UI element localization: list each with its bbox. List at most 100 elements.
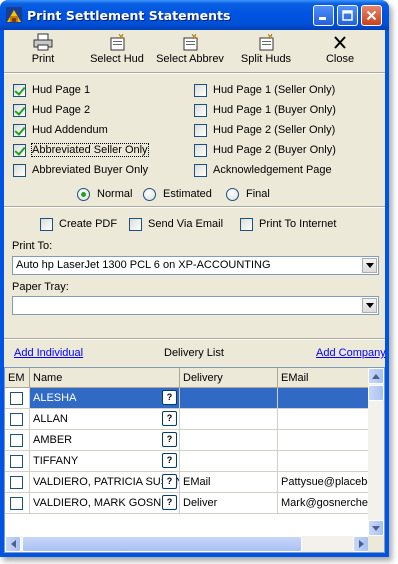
printer-select[interactable]: Auto hp LaserJet 1300 PCL 6 on XP-ACCOUN… bbox=[12, 256, 379, 275]
em-checkbox[interactable] bbox=[10, 413, 23, 426]
email-cell[interactable]: Mark@gosnercheer bbox=[278, 493, 369, 513]
delivery-cell[interactable]: EMail bbox=[180, 472, 278, 492]
abbreviated-buyer-only-checkbox[interactable]: Abbreviated Buyer Only bbox=[13, 162, 148, 178]
em-checkbox[interactable] bbox=[10, 476, 23, 489]
radio-dot bbox=[143, 187, 156, 201]
hud-page-2-buyer-only-checkbox[interactable]: Hud Page 2 (Buyer Only) bbox=[194, 142, 336, 158]
email-cell[interactable] bbox=[278, 409, 369, 429]
create-pdf-checkbox[interactable]: Create PDF bbox=[40, 216, 117, 232]
email-cell[interactable] bbox=[278, 451, 369, 471]
help-question-button[interactable]: ? bbox=[162, 390, 177, 405]
help-question-button[interactable]: ? bbox=[162, 474, 177, 489]
name-text: ALLAN bbox=[33, 413, 68, 425]
help-question-button[interactable]: ? bbox=[162, 495, 177, 510]
table-row[interactable]: VALDIERO, PATRICIA SUSAN? EMail Pattysue… bbox=[5, 472, 369, 493]
delivery-cell[interactable]: Deliver bbox=[180, 493, 278, 513]
toolbar-divider bbox=[4, 72, 385, 74]
title-bar[interactable]: Print Settlement Statements bbox=[0, 0, 389, 30]
checkbox-box bbox=[13, 143, 26, 157]
em-checkbox[interactable] bbox=[10, 434, 23, 447]
checkbox-label: Hud Page 2 (Seller Only) bbox=[213, 124, 336, 136]
mode-estimated-radio[interactable]: Estimated bbox=[143, 186, 212, 202]
help-question-button[interactable]: ? bbox=[162, 411, 177, 426]
vertical-scroll-thumb[interactable] bbox=[368, 385, 384, 401]
grid-header: EM Name Delivery EMail bbox=[5, 368, 369, 388]
mode-normal-radio[interactable]: Normal bbox=[77, 186, 132, 202]
table-row[interactable]: TIFFANY? bbox=[5, 451, 369, 472]
checkbox-box bbox=[13, 83, 26, 97]
checkbox-box bbox=[194, 163, 207, 177]
scroll-down-button[interactable] bbox=[368, 520, 384, 536]
em-checkbox[interactable] bbox=[10, 497, 23, 510]
column-header-name[interactable]: Name bbox=[30, 368, 180, 388]
split-huds-label: Split Huds bbox=[240, 53, 292, 65]
hud-page-1-seller-only-checkbox[interactable]: Hud Page 1 (Seller Only) bbox=[194, 82, 335, 98]
abbreviated-seller-only-checkbox[interactable]: Abbreviated Seller Only bbox=[13, 142, 149, 158]
em-cell bbox=[5, 493, 30, 513]
hud-addendum-checkbox[interactable]: Hud Addendum bbox=[13, 122, 108, 138]
name-cell[interactable]: ALESHA? bbox=[30, 388, 180, 408]
scroll-right-button[interactable] bbox=[353, 536, 369, 552]
delivery-cell[interactable] bbox=[180, 451, 278, 471]
maximize-button[interactable] bbox=[337, 5, 358, 26]
table-row[interactable]: AMBER? bbox=[5, 430, 369, 451]
hud-page-1-checkbox[interactable]: Hud Page 1 bbox=[13, 82, 90, 98]
print-to-internet-checkbox[interactable]: Print To Internet bbox=[240, 216, 336, 232]
help-question-button[interactable]: ? bbox=[162, 453, 177, 468]
table-row[interactable]: ALLAN? bbox=[5, 409, 369, 430]
select-hud-button[interactable]: Select Hud bbox=[86, 33, 148, 69]
email-cell[interactable] bbox=[278, 388, 369, 408]
horizontal-scrollbar[interactable] bbox=[5, 536, 369, 552]
column-header-email[interactable]: EMail bbox=[278, 368, 369, 388]
print-to-label: Print To: bbox=[12, 240, 53, 252]
checkbox-label: Abbreviated Seller Only bbox=[31, 143, 149, 157]
name-cell[interactable]: VALDIERO, PATRICIA SUSAN? bbox=[30, 472, 180, 492]
chevron-up-icon bbox=[372, 373, 380, 379]
delivery-cell[interactable] bbox=[180, 409, 278, 429]
table-row[interactable]: VALDIERO, MARK GOSNER? Deliver Mark@gosn… bbox=[5, 493, 369, 514]
hud-page-2-checkbox[interactable]: Hud Page 2 bbox=[13, 102, 90, 118]
split-huds-button[interactable]: Split Huds bbox=[238, 33, 294, 69]
close-window-button[interactable] bbox=[361, 5, 382, 26]
scroll-left-button[interactable] bbox=[5, 536, 21, 552]
delivery-list-title: Delivery List bbox=[164, 347, 224, 359]
delivery-cell[interactable] bbox=[180, 388, 278, 408]
acknowledgement-page-checkbox[interactable]: Acknowledgement Page bbox=[194, 162, 332, 178]
name-cell[interactable]: VALDIERO, MARK GOSNER? bbox=[30, 493, 180, 513]
paper-tray-select[interactable] bbox=[12, 296, 379, 315]
scroll-up-button[interactable] bbox=[368, 368, 384, 384]
help-question-button[interactable]: ? bbox=[162, 432, 177, 447]
dropdown-arrow-button[interactable] bbox=[362, 258, 377, 273]
hud-page-2-seller-only-checkbox[interactable]: Hud Page 2 (Seller Only) bbox=[194, 122, 335, 138]
checkbox-label: Hud Page 1 (Seller Only) bbox=[213, 84, 336, 96]
vertical-scrollbar[interactable] bbox=[368, 368, 384, 536]
hud-page-1-buyer-only-checkbox[interactable]: Hud Page 1 (Buyer Only) bbox=[194, 102, 336, 118]
email-cell[interactable] bbox=[278, 430, 369, 450]
close-x-icon bbox=[334, 36, 346, 49]
horizontal-scroll-thumb[interactable] bbox=[22, 536, 302, 552]
em-checkbox[interactable] bbox=[10, 455, 23, 468]
add-individual-link[interactable]: Add Individual bbox=[14, 347, 83, 359]
delivery-cell[interactable] bbox=[180, 430, 278, 450]
select-abbrev-button[interactable]: Select Abbrev bbox=[154, 33, 226, 69]
minimize-button[interactable] bbox=[313, 5, 334, 26]
name-cell[interactable]: TIFFANY? bbox=[30, 451, 180, 471]
email-cell[interactable]: Pattysue@placebo bbox=[278, 472, 369, 492]
window-title: Print Settlement Statements bbox=[27, 8, 231, 23]
close-button[interactable]: Close bbox=[324, 33, 356, 69]
column-header-delivery[interactable]: Delivery bbox=[180, 368, 278, 388]
checkbox-box bbox=[240, 217, 253, 231]
dropdown-arrow-button[interactable] bbox=[362, 298, 377, 313]
em-checkbox[interactable] bbox=[10, 392, 23, 405]
name-cell[interactable]: ALLAN? bbox=[30, 409, 180, 429]
send-via-email-checkbox[interactable]: Send Via Email bbox=[129, 216, 223, 232]
split-document-icon bbox=[259, 33, 274, 51]
add-company-link[interactable]: Add Company bbox=[316, 347, 386, 359]
name-cell[interactable]: AMBER? bbox=[30, 430, 180, 450]
print-button[interactable]: Print bbox=[28, 33, 58, 69]
toolbar: Print Select Hud Select Abbrev Split Hud… bbox=[4, 30, 385, 72]
column-header-em[interactable]: EM bbox=[5, 368, 30, 388]
checkbox-box bbox=[13, 103, 26, 117]
mode-final-radio[interactable]: Final bbox=[226, 186, 270, 202]
table-row[interactable]: ALESHA? bbox=[5, 388, 369, 409]
